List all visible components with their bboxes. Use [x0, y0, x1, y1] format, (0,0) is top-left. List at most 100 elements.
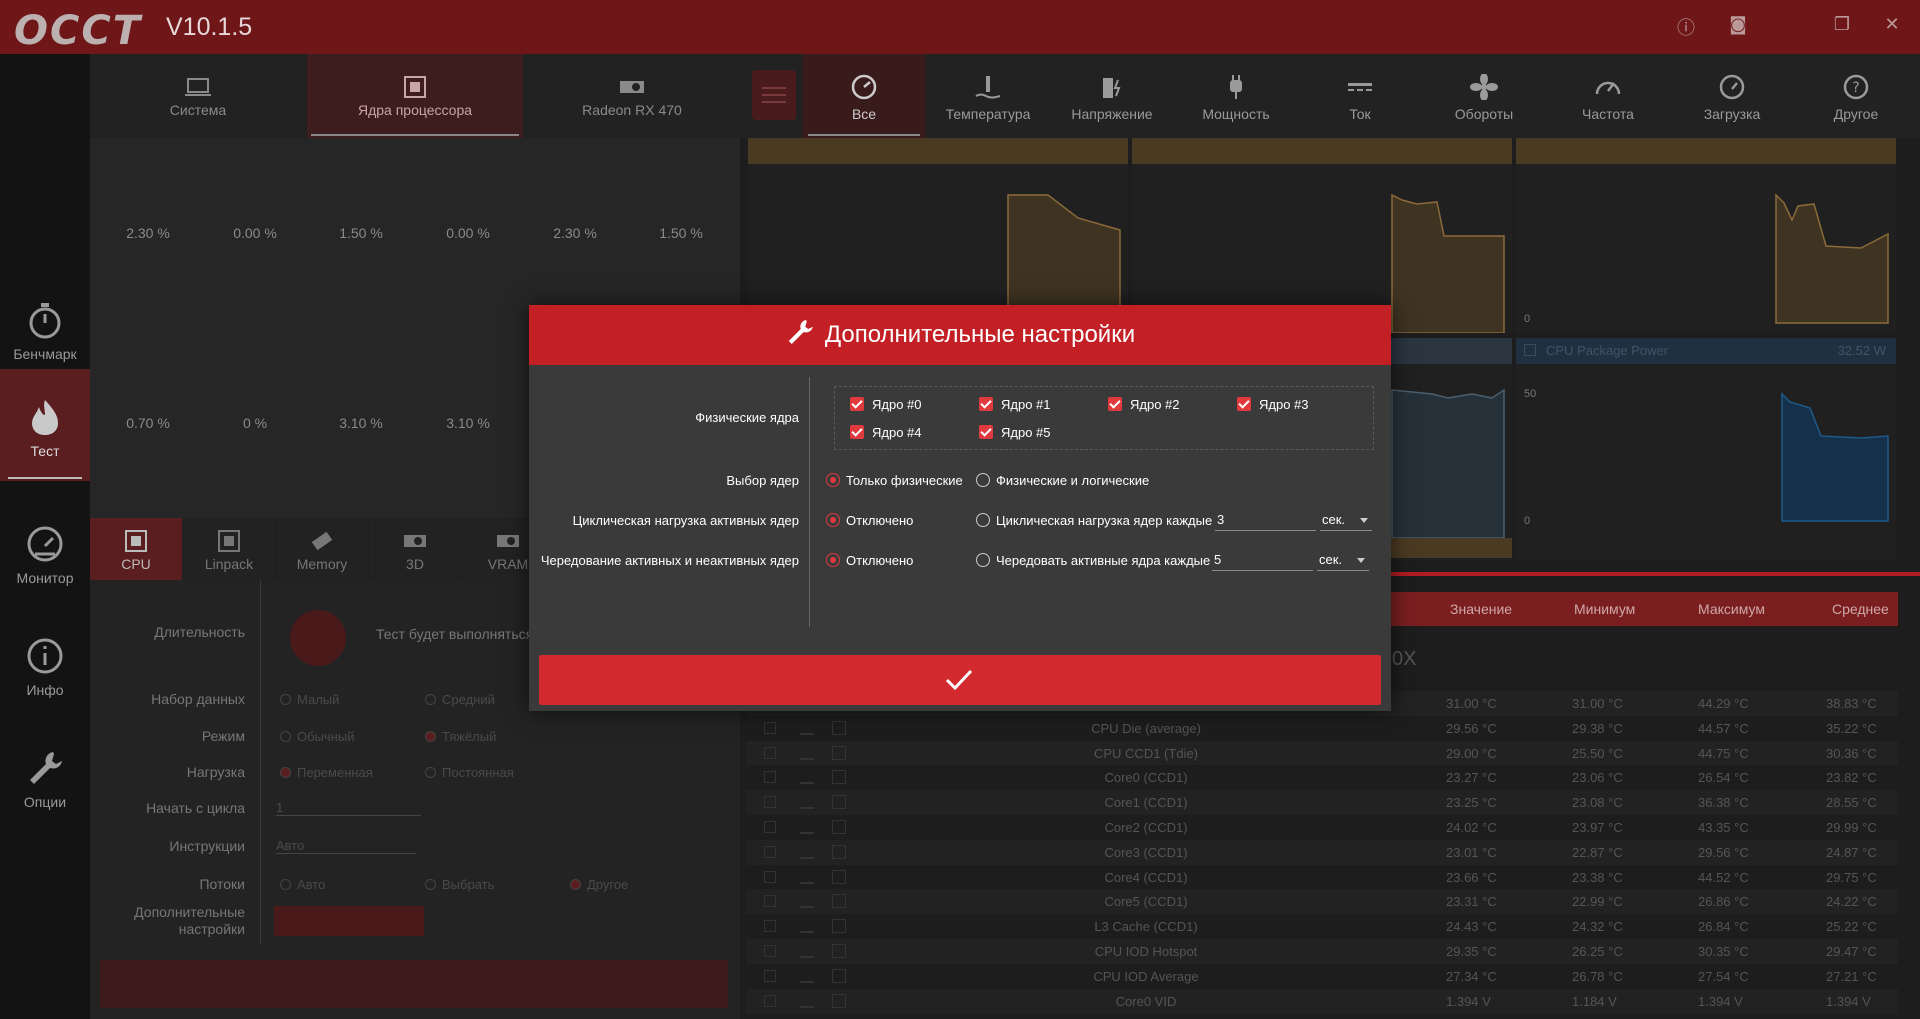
table-row[interactable]: L3 Cache (CCD1) 24.43 °C 24.32 °C 26.84 °C 2…	[746, 914, 1898, 940]
chart-toggle-icon[interactable]	[800, 820, 814, 834]
physical-only-radio[interactable]: Только физические	[826, 473, 963, 488]
row-checkbox[interactable]	[764, 796, 776, 809]
alarm-clock-icon[interactable]	[290, 610, 346, 666]
chart-toggle-icon[interactable]	[800, 944, 814, 958]
physical-logical-radio[interactable]: Физические и логические	[976, 473, 1149, 488]
chart-toggle-icon[interactable]	[800, 770, 814, 785]
tab-test-cpu[interactable]: CPU	[90, 518, 182, 580]
nav-info[interactable]: Инфо	[0, 608, 90, 716]
tab-test-linpack[interactable]: Linpack	[183, 518, 275, 580]
graph-icon[interactable]	[832, 993, 846, 1008]
chart-toggle-icon[interactable]	[800, 894, 814, 909]
row-checkbox[interactable]	[764, 821, 776, 833]
graph-icon[interactable]	[832, 844, 846, 859]
mode-heavy[interactable]: Тяжёлый	[425, 729, 496, 744]
nav-options[interactable]: Опции	[0, 720, 90, 828]
row-checkbox[interactable]	[764, 994, 776, 1007]
alternate-unit-select[interactable]: сек.	[1317, 549, 1369, 571]
instructions-select[interactable]: Авто	[276, 838, 416, 854]
core-0-checkbox[interactable]: Ядро #0	[850, 397, 922, 412]
tab-fans[interactable]: Обороты	[1422, 54, 1546, 138]
graph-icon[interactable]	[832, 770, 846, 785]
chart-toggle-icon[interactable]	[800, 919, 814, 934]
tab-test-3d[interactable]: 3D	[369, 518, 461, 580]
alternate-on-radio[interactable]: Чередовать активные ядра каждые	[976, 553, 1210, 568]
table-row[interactable]: CPU IOD Hotspot 29.35 °C 26.25 °C 30.35 °C 2…	[746, 939, 1898, 964]
chart-toggle-icon[interactable]	[800, 746, 814, 760]
row-checkbox[interactable]	[764, 920, 776, 933]
table-row[interactable]: Core3 (CCD1) 23.01 °C 22.87 °C 29.56 °C 24.8…	[746, 839, 1898, 865]
table-row[interactable]: Core5 (CCD1) 23.31 °C 22.99 °C 26.86 °C 24.2…	[746, 889, 1898, 915]
tab-voltage[interactable]: Напряжение	[1050, 54, 1174, 138]
table-row[interactable]: Core0 (CCD1) 23.27 °C 23.06 °C 26.54 °C 23.8…	[746, 765, 1898, 791]
cyclic-off-radio[interactable]: Отключено	[826, 513, 913, 528]
info-icon[interactable]: ⓘ	[1674, 14, 1698, 39]
advanced-settings-button[interactable]	[274, 906, 424, 936]
confirm-button[interactable]	[539, 655, 1381, 705]
alternate-off-radio[interactable]: Отключено	[826, 553, 913, 568]
chart-toggle-icon[interactable]	[800, 994, 814, 1008]
table-row[interactable]: CPU CCD1 (Tdie) 29.00 °C 25.50 °C 44.75 °C 3…	[746, 740, 1898, 766]
graph-icon[interactable]	[832, 820, 846, 834]
threads-auto[interactable]: Авто	[280, 877, 325, 892]
tab-all[interactable]: Все	[802, 54, 926, 138]
nav-test[interactable]: Тест	[0, 369, 90, 481]
row-checkbox[interactable]	[764, 845, 776, 858]
tab-current[interactable]: Ток	[1298, 54, 1422, 138]
dataset-medium[interactable]: Средний	[425, 692, 495, 707]
chart-toggle-icon[interactable]	[800, 969, 814, 983]
table-row[interactable]: Core2 (CCD1) 24.02 °C 23.97 °C 43.35 °C 29.9…	[746, 815, 1898, 840]
tab-power[interactable]: Мощность	[1174, 54, 1298, 138]
chart-toggle-icon[interactable]	[800, 870, 814, 884]
tab-temperature[interactable]: Температура	[926, 54, 1050, 138]
row-checkbox[interactable]	[764, 721, 776, 734]
graph-icon[interactable]	[832, 869, 846, 884]
graph-icon[interactable]	[832, 795, 846, 810]
table-row[interactable]: Core4 (CCD1) 23.66 °C 23.38 °C 44.52 °C 29.7…	[746, 864, 1898, 890]
tab-cpu-cores[interactable]: Ядра процессора	[307, 54, 523, 138]
tab-load[interactable]: Загрузка	[1670, 54, 1794, 138]
chart-toggle-icon[interactable]	[800, 845, 814, 859]
core-3-checkbox[interactable]: Ядро #3	[1237, 397, 1309, 412]
core-5-checkbox[interactable]: Ядро #5	[979, 425, 1051, 440]
nav-monitor[interactable]: Монитор	[0, 496, 90, 604]
cyclic-unit-select[interactable]: сек.	[1320, 509, 1372, 531]
row-checkbox[interactable]	[764, 746, 776, 759]
tab-other[interactable]: ? Другое	[1794, 54, 1918, 138]
threads-select[interactable]: Выбрать	[425, 877, 494, 892]
core-2-checkbox[interactable]: Ядро #2	[1108, 397, 1180, 412]
graph-icon[interactable]	[832, 944, 846, 958]
nav-benchmark[interactable]: Бенчмарк	[0, 272, 90, 380]
load-variable[interactable]: Переменная	[280, 765, 373, 780]
graph-icon[interactable]	[832, 968, 846, 983]
table-row[interactable]: Core1 (CCD1) 23.25 °C 23.08 °C 36.38 °C 28.5…	[746, 790, 1898, 816]
mode-normal[interactable]: Обычный	[280, 729, 354, 744]
alternate-interval-input[interactable]: 5	[1212, 549, 1313, 571]
graph-icon[interactable]	[832, 919, 846, 934]
tab-test-memory[interactable]: Memory	[276, 518, 368, 580]
chart-toggle-icon[interactable]	[800, 721, 814, 735]
chart-toggle-icon[interactable]	[800, 795, 814, 810]
hamburger-menu-button[interactable]	[752, 70, 796, 120]
table-row[interactable]: Core0 VID 1.394 V 1.184 V 1.394 V 1.394 V	[746, 988, 1898, 1014]
tab-frequency[interactable]: Частота	[1546, 54, 1670, 138]
row-checkbox[interactable]	[764, 870, 776, 883]
threads-other[interactable]: Другое	[570, 877, 628, 892]
start-test-button[interactable]	[100, 960, 728, 1008]
table-row[interactable]: CPU Die (average) 29.56 °C 29.38 °C 44.57 °…	[746, 715, 1898, 741]
graph-icon[interactable]	[832, 720, 846, 735]
core-4-checkbox[interactable]: Ядро #4	[850, 425, 922, 440]
restore-icon[interactable]: ❐	[1830, 14, 1854, 38]
dataset-small[interactable]: Малый	[280, 692, 339, 707]
row-checkbox[interactable]	[764, 895, 776, 908]
row-checkbox[interactable]	[764, 945, 776, 957]
cyclic-on-radio[interactable]: Циклическая нагрузка ядер каждые	[976, 513, 1212, 528]
core-1-checkbox[interactable]: Ядро #1	[979, 397, 1051, 412]
tab-gpu[interactable]: Radeon RX 470	[524, 54, 740, 138]
load-constant[interactable]: Постоянная	[425, 765, 514, 780]
start-cycle-input[interactable]: 1	[276, 800, 421, 816]
row-checkbox[interactable]	[764, 771, 776, 784]
table-row[interactable]: CPU IOD Average 27.34 °C 26.78 °C 27.54 °C 2…	[746, 963, 1898, 989]
camera-icon[interactable]: ◙	[1726, 14, 1750, 38]
tab-system[interactable]: Система	[90, 54, 306, 138]
